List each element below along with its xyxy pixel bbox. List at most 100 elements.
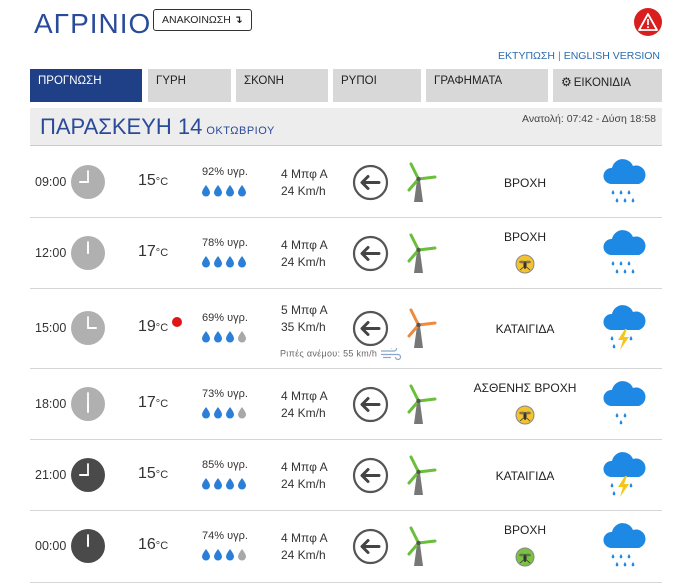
forecast-row: 21:00 15°C 85% υγρ. 4 Μπφ Α 24 Km/h ΚΑΤΑΙΓΙ… (30, 440, 662, 511)
forecast-time: 15:00 (35, 321, 67, 335)
wind-beaufort: 4 Μπφ Α (281, 388, 328, 403)
weather-condition-label: ΒΡΟΧΗ (503, 229, 546, 244)
wind-gust: Ριπές ανέμου: 55 km/h (280, 345, 402, 361)
temperature-unit: °C (155, 540, 169, 552)
temperature-unit: °C (155, 397, 169, 410)
city-title: ΑΓΡΙΝΙΟ (34, 8, 152, 39)
day-title: ΠΑΡΑΣΚΕΥΗ 14 ΟΚΤΩΒΡΙΟΥ (40, 114, 275, 140)
temperature: 19°C (138, 318, 168, 336)
humidity-drops (201, 184, 249, 202)
tab-label: ΕΙΚΟΝΙΔΙΑ (573, 77, 631, 89)
humidity-drops (201, 548, 249, 566)
temperature: 15°C (138, 172, 168, 190)
rain-weather-icon (603, 229, 647, 277)
forecast-time: 00:00 (35, 539, 67, 553)
temperature: 16°C (138, 536, 168, 554)
temperature-value: 19 (138, 318, 156, 335)
alert-button[interactable] (634, 8, 662, 36)
tab-forecast[interactable]: ΠΡΟΓΝΩΣΗ (30, 69, 142, 102)
tab-label: ΓΥΡΗ (156, 75, 186, 87)
english-version-link[interactable]: ENGLISH VERSION (564, 50, 660, 62)
wind-beaufort: 5 Μπφ Α (281, 303, 328, 317)
temperature-unit: °C (155, 322, 169, 334)
humidity: 73% υγρ. (202, 387, 248, 400)
humidity: 69% υγρ. (202, 312, 248, 324)
storm-weather-icon (603, 304, 647, 352)
wind-info: 4 Μπφ Α 24 Km/h (281, 459, 328, 493)
wind-speed: 24 Km/h (281, 405, 326, 420)
sunrise-sunset: Ανατολή: 07:42 - Δύση 18:58 (522, 113, 656, 125)
wind-turbine-icon (405, 384, 439, 426)
wind-turbine-icon (405, 526, 439, 568)
water-drop-icon (225, 406, 237, 423)
temperature: 17°C (138, 394, 168, 412)
temperature: 15°C (138, 465, 168, 483)
temperature-unit: °C (155, 246, 169, 259)
water-drop-icon (213, 548, 225, 565)
tab-label: ΣΚΟΝΗ (244, 75, 284, 87)
wind-info: 5 Μπφ Α 35 Km/h (281, 302, 328, 336)
wind-direction-arrow-icon (352, 386, 389, 423)
humidity: 78% υγρ. (202, 236, 248, 249)
tab-label: ΡΥΠΟΙ (341, 75, 377, 87)
water-drop-icon (237, 184, 249, 201)
clock-icon (71, 386, 105, 421)
humidity: 74% υγρ. (202, 530, 248, 542)
light-rain-weather-icon (603, 380, 647, 428)
clock-icon (71, 457, 105, 492)
humidity-drops (201, 255, 249, 273)
wind-beaufort: 4 Μπφ Α (281, 237, 328, 252)
temperature-value: 16 (138, 536, 156, 553)
water-drop-icon (201, 406, 213, 423)
rain-weather-icon (603, 522, 647, 570)
announce-button[interactable]: ΑΝΑΚΟΙΝΩΣΗ ↴ (153, 9, 252, 31)
water-drop-icon (201, 477, 213, 494)
mosquito-icon (450, 254, 600, 277)
forecast-row: 12:00 17°C 78% υγρ. 4 Μπφ Α 24 Km/h ΒΡΟΧΗ (30, 218, 662, 289)
tab-graphs[interactable]: ΓΡΑΦΗΜΑΤΑ (426, 69, 548, 102)
water-drop-icon (237, 406, 249, 423)
weather-condition: ΒΡΟΧΗ (450, 523, 600, 570)
tab-dust[interactable]: ΣΚΟΝΗ (236, 69, 328, 102)
weather-condition-label: ΒΡΟΧΗ (503, 523, 546, 537)
forecast-row: 00:00 16°C 74% υγρ. 4 Μπφ Α 24 Km/h ΒΡΟΧΗ (30, 511, 662, 583)
water-drop-icon (237, 477, 249, 494)
mosquito-icon (450, 547, 600, 570)
humidity-drops (201, 330, 249, 348)
wind-speed: 35 Km/h (281, 320, 326, 334)
water-drop-icon (213, 184, 225, 201)
humidity: 92% υγρ. (202, 165, 248, 178)
wind-turbine-icon (405, 162, 439, 204)
weather-condition-label: ΚΑΤΑΙΓΙΔΑ (495, 468, 555, 483)
tab-pollutants[interactable]: ΡΥΠΟΙ (333, 69, 421, 102)
water-drop-icon (213, 255, 225, 272)
temperature-value: 17 (138, 242, 156, 260)
gust-wind-icon (377, 345, 402, 361)
tab-pollen[interactable]: ΓΥΡΗ (148, 69, 231, 102)
link-separator: | (557, 50, 561, 62)
forecast-time: 09:00 (35, 174, 67, 189)
print-link[interactable]: ΕΚΤΥΠΩΣΗ (498, 50, 555, 62)
wind-turbine-icon (405, 308, 439, 350)
wind-gust-text: Ριπές ανέμου: 55 km/h (280, 348, 378, 359)
day-header: ΠΑΡΑΣΚΕΥΗ 14 ΟΚΤΩΒΡΙΟΥ Ανατολή: 07:42 - Δ… (30, 108, 662, 146)
water-drop-icon (213, 406, 225, 423)
clock-icon (71, 311, 105, 345)
water-drop-icon (237, 548, 249, 565)
humidity: 85% υγρ. (202, 458, 248, 471)
weather-condition-label: ΑΣΘΕΝΗΣ ΒΡΟΧΗ (473, 380, 577, 395)
water-drop-icon (213, 330, 225, 347)
temperature-value: 17 (138, 393, 156, 411)
storm-weather-icon (603, 451, 647, 499)
wind-direction-arrow-icon (352, 235, 389, 272)
water-drop-icon (201, 330, 213, 347)
tab-label: ΠΡΟΓΝΩΣΗ (38, 75, 102, 87)
wind-direction-arrow-icon (352, 457, 389, 494)
wind-direction-arrow-icon (352, 310, 389, 347)
tab-icons[interactable]: ⚙ ΕΙΚΟΝΙΔΙΑ (553, 69, 662, 102)
wind-speed: 24 Km/h (281, 183, 326, 198)
temperature: 17°C (138, 243, 168, 261)
water-drop-icon (225, 255, 237, 272)
warning-triangle-icon (638, 13, 658, 31)
weather-condition: ΑΣΘΕΝΗΣ ΒΡΟΧΗ (450, 381, 600, 428)
